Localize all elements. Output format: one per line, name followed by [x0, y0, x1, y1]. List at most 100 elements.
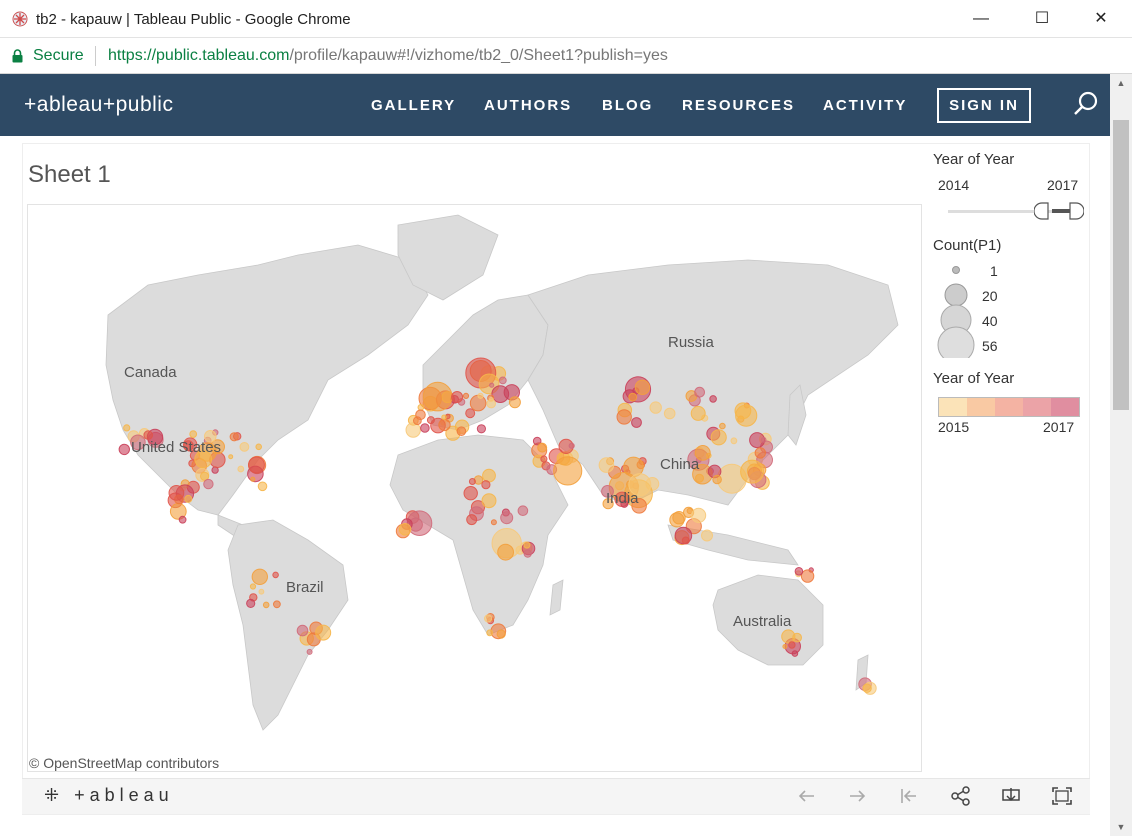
map-bubble[interactable]	[168, 485, 185, 501]
map-bubble[interactable]	[250, 476, 256, 482]
map-bubble[interactable]	[258, 588, 265, 595]
map-bubble[interactable]	[203, 478, 214, 490]
map-bubble[interactable]	[415, 409, 426, 421]
map-bubble[interactable]	[740, 459, 765, 484]
map-bubble[interactable]	[791, 650, 799, 657]
map-bubble[interactable]	[701, 529, 713, 542]
map-bubble[interactable]	[568, 442, 575, 449]
share-icon[interactable]	[950, 786, 972, 806]
map-bubble[interactable]	[237, 465, 245, 473]
map-bubble[interactable]	[484, 614, 493, 623]
url-text[interactable]: https://public.tableau.com/profile/kapau…	[108, 47, 668, 65]
map-bubble[interactable]	[476, 424, 486, 434]
map-bubble[interactable]	[481, 493, 497, 509]
map-bubble[interactable]	[228, 454, 234, 460]
map-bubble[interactable]	[792, 632, 802, 643]
map-bubble[interactable]	[422, 381, 453, 412]
map-bubble[interactable]	[465, 408, 476, 419]
map-bubble[interactable]	[184, 494, 193, 503]
scrollbar-thumb[interactable]	[1113, 120, 1129, 410]
map-bubble[interactable]	[712, 474, 722, 485]
map-bubble[interactable]	[523, 549, 532, 558]
map-bubble[interactable]	[690, 405, 706, 421]
map-bubble[interactable]	[498, 376, 507, 385]
address-bar[interactable]: Secure https://public.tableau.com/profil…	[0, 38, 1132, 74]
nav-activity[interactable]: ACTIVITY	[823, 97, 907, 114]
map-bubble[interactable]	[315, 624, 332, 641]
map-bubble[interactable]	[463, 486, 478, 501]
sign-in-button[interactable]: SIGN IN	[937, 88, 1031, 123]
nav-authors[interactable]: AUTHORS	[484, 97, 572, 114]
map-bubble[interactable]	[189, 430, 198, 439]
map-bubble[interactable]	[553, 456, 583, 486]
map-bubble[interactable]	[251, 568, 269, 585]
map-bubble[interactable]	[438, 418, 451, 432]
map-bubble[interactable]	[537, 442, 548, 453]
map-bubble[interactable]	[306, 648, 313, 655]
map-bubble[interactable]	[118, 443, 131, 456]
map-bubble[interactable]	[255, 443, 262, 451]
map-bubble[interactable]	[490, 519, 497, 526]
map-bubble[interactable]	[709, 395, 717, 403]
map-bubble[interactable]	[123, 424, 131, 432]
minimize-button[interactable]: —	[970, 8, 992, 30]
map-bubble[interactable]	[420, 423, 430, 433]
map-bubble[interactable]	[296, 624, 309, 637]
map-bubble[interactable]	[417, 404, 425, 411]
map-bubble[interactable]	[523, 541, 531, 549]
map-bubble[interactable]	[441, 414, 447, 420]
map-bubble[interactable]	[468, 478, 476, 485]
search-icon[interactable]	[1072, 90, 1100, 118]
map-bubble[interactable]	[178, 515, 187, 524]
map-bubble[interactable]	[451, 391, 464, 403]
map-bubble[interactable]	[273, 600, 281, 609]
maximize-button[interactable]: ☐	[1031, 8, 1053, 30]
map-bubble[interactable]	[862, 683, 872, 693]
map-bubble[interactable]	[710, 429, 727, 446]
world-map[interactable]: Canada United States Russia China India …	[27, 204, 922, 772]
map-bubble[interactable]	[598, 457, 615, 473]
nav-resources[interactable]: RESOURCES	[682, 97, 795, 114]
map-bubble[interactable]	[760, 436, 767, 443]
undo-arrow-icon[interactable]	[796, 786, 818, 806]
map-bubble[interactable]	[508, 396, 521, 409]
map-bubble[interactable]	[248, 456, 265, 474]
map-bubble[interactable]	[462, 392, 470, 399]
scroll-up-arrow-icon[interactable]: ▲	[1115, 78, 1127, 88]
nav-blog[interactable]: BLOG	[602, 97, 653, 114]
map-bubble[interactable]	[628, 392, 638, 402]
scroll-down-arrow-icon[interactable]: ▼	[1115, 822, 1127, 832]
map-bubble[interactable]	[398, 523, 412, 536]
tableau-public-logo[interactable]: +ableau+public	[24, 93, 173, 117]
map-bubble[interactable]	[691, 507, 707, 523]
map-bubble[interactable]	[719, 422, 726, 430]
redo-arrow-icon[interactable]	[846, 786, 868, 806]
map-bubble[interactable]	[681, 536, 690, 545]
map-bubble[interactable]	[669, 512, 685, 528]
map-bubble[interactable]	[788, 641, 796, 649]
map-bubble[interactable]	[488, 397, 494, 402]
map-bubble[interactable]	[500, 511, 514, 525]
map-bubble[interactable]	[486, 629, 494, 637]
map-bubble[interactable]	[262, 601, 270, 609]
download-icon[interactable]	[1000, 786, 1022, 806]
fullscreen-icon[interactable]	[1051, 786, 1073, 806]
map-bubble[interactable]	[631, 417, 642, 428]
map-bubble[interactable]	[782, 644, 788, 649]
map-bubble[interactable]	[482, 468, 496, 483]
map-bubble[interactable]	[249, 583, 257, 590]
osm-attribution[interactable]: © OpenStreetMap contributors	[29, 755, 219, 771]
map-bubble[interactable]	[426, 416, 435, 425]
map-canvas[interactable]: Canada United States Russia China India …	[28, 205, 922, 772]
revert-icon[interactable]	[898, 786, 920, 806]
map-bubble[interactable]	[481, 480, 491, 490]
map-bubble[interactable]	[272, 571, 279, 579]
map-bubble[interactable]	[735, 404, 758, 427]
map-bubble[interactable]	[257, 481, 268, 492]
map-bubble[interactable]	[634, 379, 651, 396]
map-bubble[interactable]	[540, 455, 548, 463]
map-bubble[interactable]	[663, 407, 676, 420]
map-bubble[interactable]	[239, 442, 250, 452]
map-bubble[interactable]	[730, 437, 738, 445]
map-bubble[interactable]	[616, 409, 632, 425]
